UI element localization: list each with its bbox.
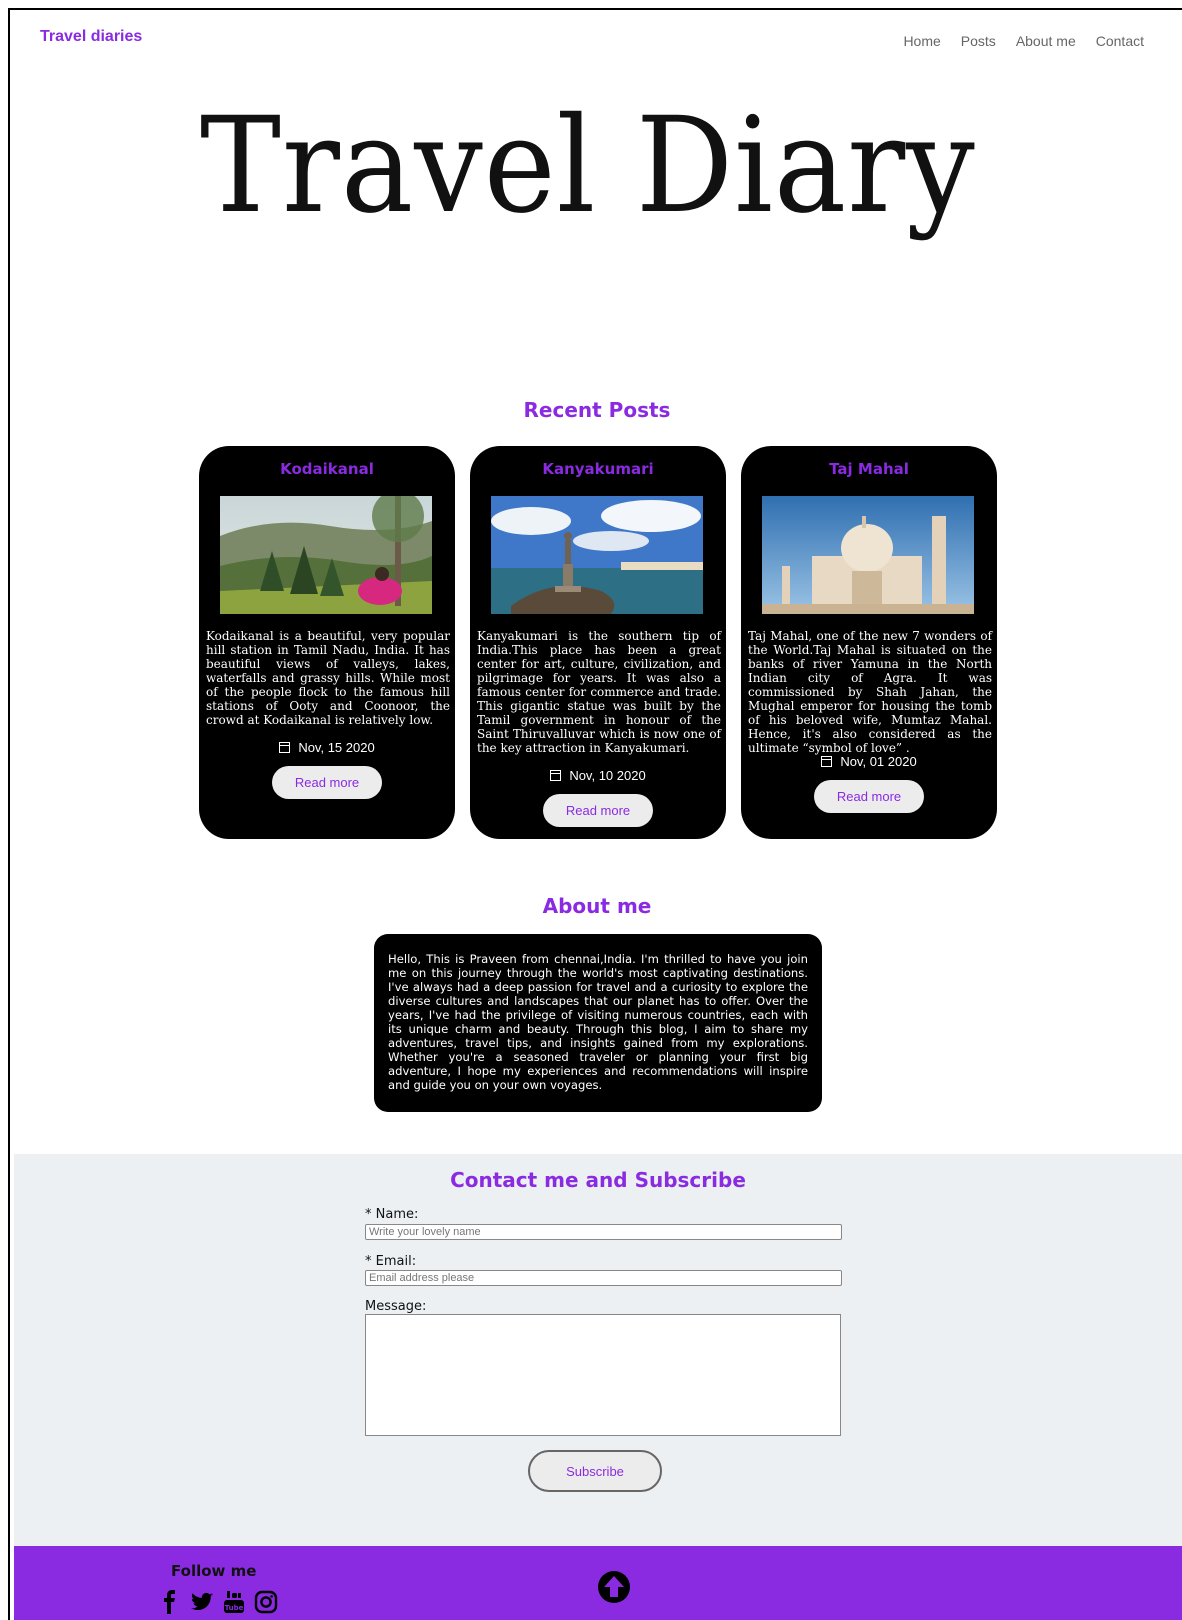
subscribe-button[interactable]: Subscribe [528, 1450, 662, 1492]
post-image-taj-mahal [762, 496, 974, 614]
youtube-icon[interactable]: Tube [222, 1590, 246, 1614]
post-card-kanyakumari: Kanyakumari Kanyakumari is the southern … [470, 446, 726, 839]
follow-heading: Follow me [171, 1562, 257, 1580]
post-date: Nov, 10 2020 [470, 768, 726, 783]
twitter-icon[interactable] [190, 1590, 214, 1614]
contact-heading: Contact me and Subscribe [450, 1168, 746, 1192]
social-links: Tube [158, 1590, 278, 1614]
post-text: Kodaikanal is a beautiful, very popular … [206, 629, 450, 727]
post-card-kodaikanal: Kodaikanal Kodaikanal is a beautiful, ve… [199, 446, 455, 839]
brand-link[interactable]: Travel diaries [40, 28, 142, 46]
nav-about[interactable]: About me [1016, 33, 1076, 49]
read-more-button[interactable]: Read more [814, 780, 924, 813]
message-field[interactable] [365, 1314, 841, 1436]
hero-title: Travel Diary [200, 89, 976, 243]
calendar-icon [279, 742, 291, 753]
footer: Follow me Tube [14, 1546, 1182, 1620]
facebook-icon[interactable] [158, 1590, 182, 1614]
post-text: Kanyakumari is the southern tip of India… [477, 629, 721, 755]
scroll-to-top-icon[interactable] [597, 1570, 631, 1604]
post-date: Nov, 01 2020 [741, 754, 997, 769]
calendar-icon [550, 770, 562, 781]
about-heading: About me [542, 894, 652, 918]
read-more-button[interactable]: Read more [543, 794, 653, 827]
nav-home[interactable]: Home [903, 33, 940, 49]
post-date-text: Nov, 10 2020 [569, 768, 646, 783]
about-text: Hello, This is Praveen from chennai,Indi… [388, 952, 808, 1092]
about-card: Hello, This is Praveen from chennai,Indi… [374, 934, 822, 1112]
post-image-kodaikanal [220, 496, 432, 614]
email-label: * Email: [365, 1254, 417, 1269]
message-label: Message: [365, 1299, 427, 1314]
contact-section: Contact me and Subscribe * Name: * Email… [14, 1154, 1182, 1546]
name-label: * Name: [365, 1207, 419, 1222]
read-more-button[interactable]: Read more [272, 766, 382, 799]
post-title: Kodaikanal [280, 460, 374, 478]
post-date-text: Nov, 15 2020 [298, 740, 375, 755]
post-card-taj-mahal: Taj Mahal Taj Mahal, one of the new 7 wo… [741, 446, 997, 839]
hero-banner: Travel Diary [200, 100, 1000, 270]
svg-text:Tube: Tube [225, 1604, 244, 1612]
post-text: Taj Mahal, one of the new 7 wonders of t… [748, 629, 992, 755]
post-title: Kanyakumari [542, 460, 654, 478]
nav-posts[interactable]: Posts [961, 33, 996, 49]
post-title: Taj Mahal [829, 460, 909, 478]
calendar-icon [821, 756, 833, 767]
top-nav: Home Posts About me Contact [903, 33, 1144, 49]
post-date-text: Nov, 01 2020 [840, 754, 917, 769]
instagram-icon[interactable] [254, 1590, 278, 1614]
post-date: Nov, 15 2020 [199, 740, 455, 755]
email-field[interactable] [365, 1270, 842, 1286]
post-image-kanyakumari [491, 496, 703, 614]
name-field[interactable] [365, 1224, 842, 1240]
recent-posts-heading: Recent Posts [523, 398, 671, 422]
nav-contact[interactable]: Contact [1096, 33, 1144, 49]
